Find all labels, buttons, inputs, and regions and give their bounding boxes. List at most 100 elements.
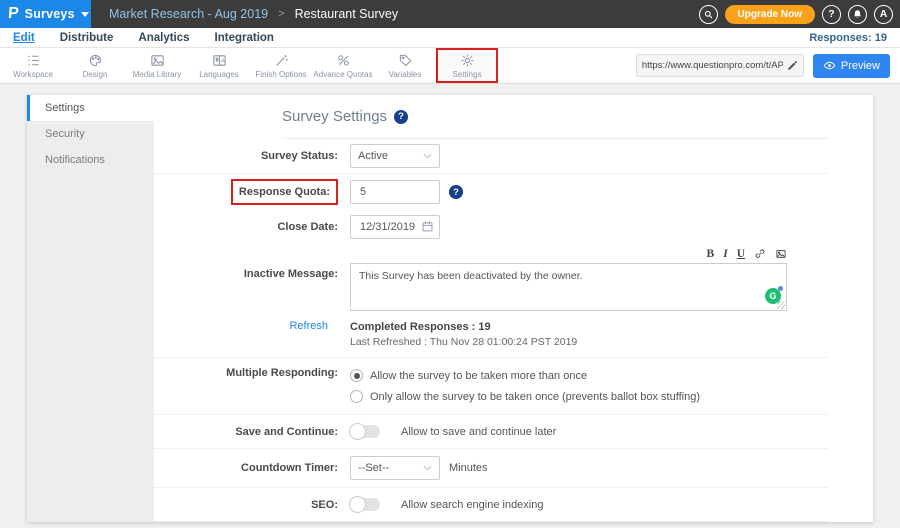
inactive-message-row: Inactive Message: B I U This [154, 244, 873, 316]
editor-toolbar: B I U [350, 246, 787, 261]
response-quota-label: Response Quota: [239, 186, 330, 198]
save-and-continue-row: Save and Continue: Allow to save and con… [154, 415, 873, 448]
toolbar-variables[interactable]: Variables [374, 48, 436, 83]
chevron-down-icon [423, 153, 432, 159]
multiple-responding-label: Multiple Responding: [154, 367, 350, 379]
radio-selected-icon[interactable] [350, 369, 363, 382]
countdown-timer-select[interactable]: --Set-- [350, 456, 440, 480]
page-title: Survey Settings [282, 108, 387, 125]
underline-button[interactable]: U [737, 248, 745, 260]
multiple-responding-options: Allow the survey to be taken more than o… [350, 367, 700, 405]
response-quota-input[interactable] [350, 180, 440, 204]
radio-option-multiple[interactable]: Allow the survey to be taken more than o… [350, 369, 700, 382]
chevron-down-icon [81, 12, 89, 17]
breadcrumb-separator: > [278, 8, 284, 20]
breadcrumb-parent[interactable]: Market Research - Aug 2019 [109, 7, 268, 21]
edit-toolbar: Workspace Design Media Library A Languag… [0, 48, 900, 84]
save-and-continue-label: Save and Continue: [154, 426, 350, 438]
toolbar-languages[interactable]: A Languages [188, 48, 250, 83]
bold-button[interactable]: B [707, 248, 715, 260]
palette-icon [88, 53, 103, 68]
radio-option-once[interactable]: Only allow the survey to be taken once (… [350, 390, 700, 403]
countdown-timer-row: Countdown Timer: --Set-- Minutes [154, 449, 873, 487]
toolbar-advance-quotas[interactable]: Advance Quotas [312, 48, 374, 83]
pencil-icon [787, 60, 798, 71]
breadcrumb-current: Restaurant Survey [295, 7, 399, 21]
sidebar-item-security[interactable]: Security [27, 121, 154, 147]
inactive-message-box: This Survey has been deactivated by the … [350, 263, 787, 311]
close-date-row: Close Date: [154, 210, 873, 244]
toolbar-settings[interactable]: Settings [436, 48, 498, 83]
survey-url-input[interactable] [642, 60, 783, 71]
bell-icon [852, 9, 863, 20]
breadcrumb: Market Research - Aug 2019 > Restaurant … [109, 0, 398, 28]
refresh-link[interactable]: Refresh [154, 320, 350, 332]
page-body: Settings Security Notifications Survey S… [0, 84, 900, 528]
multiple-responding-row: Multiple Responding: Allow the survey to… [154, 358, 873, 414]
quota-help-icon[interactable]: ? [449, 185, 463, 199]
wand-icon [274, 53, 289, 68]
responses-summary: Completed Responses : 19 Last Refreshed … [350, 320, 577, 349]
toolbar-media-library[interactable]: Media Library [126, 48, 188, 83]
survey-status-select[interactable]: Active [350, 144, 440, 168]
toolbar-design[interactable]: Design [64, 48, 126, 83]
gear-icon [460, 53, 475, 68]
close-date-box [350, 215, 440, 239]
product-name: Surveys [25, 7, 75, 21]
search-icon [703, 9, 714, 20]
preview-button[interactable]: Preview [813, 54, 890, 78]
search-button[interactable] [699, 5, 718, 24]
seo-toggle[interactable] [350, 498, 380, 511]
translate-icon: A [212, 53, 227, 68]
save-and-continue-toggle[interactable] [350, 425, 380, 438]
link-button[interactable] [754, 248, 766, 260]
topbar-actions: Upgrade Now ? A [699, 0, 900, 28]
settings-card: Settings Security Notifications Survey S… [27, 95, 873, 522]
toggle-knob [349, 423, 366, 440]
save-and-continue-description: Allow to save and continue later [401, 426, 556, 438]
edit-url-button[interactable] [787, 60, 798, 71]
tab-analytics[interactable]: Analytics [138, 32, 189, 44]
sidebar-item-settings[interactable]: Settings [27, 95, 154, 121]
toolbar-finish-options[interactable]: Finish Options [250, 48, 312, 83]
inactive-message-label: Inactive Message: [154, 246, 350, 280]
close-date-input[interactable] [350, 215, 440, 239]
survey-status-row: Survey Status: Active [154, 139, 873, 173]
upgrade-now-button[interactable]: Upgrade Now [725, 5, 815, 24]
settings-content: Survey Settings ? Survey Status: Active [154, 95, 873, 522]
top-bar: P Surveys Market Research - Aug 2019 > R… [0, 0, 900, 28]
countdown-timer-label: Countdown Timer: [154, 462, 350, 474]
response-quota-row: Response Quota: ? [154, 174, 873, 210]
countdown-timer-suffix: Minutes [449, 462, 488, 474]
refresh-row: Refresh Completed Responses : 19 Last Re… [154, 316, 873, 357]
survey-status-label: Survey Status: [154, 150, 350, 162]
italic-button[interactable]: I [723, 248, 727, 260]
tab-edit[interactable]: Edit [13, 32, 35, 44]
workspace-list-icon [26, 53, 41, 68]
seo-row: SEO: Allow search engine indexing [154, 488, 873, 521]
inactive-message-input[interactable]: This Survey has been deactivated by the … [350, 263, 787, 311]
sidebar-item-notifications[interactable]: Notifications [27, 147, 154, 173]
radio-unselected-icon[interactable] [350, 390, 363, 403]
toolbar-workspace[interactable]: Workspace [2, 48, 64, 83]
chevron-down-icon [423, 465, 432, 471]
insert-image-button[interactable] [775, 248, 787, 260]
seo-label: SEO: [154, 499, 350, 511]
section-nav: Edit Distribute Analytics Integration Re… [0, 28, 900, 48]
eye-icon [823, 59, 836, 72]
help-button[interactable]: ? [822, 5, 841, 24]
textarea-resize-handle[interactable] [777, 301, 785, 309]
title-help-icon[interactable]: ? [394, 110, 408, 124]
page-title-row: Survey Settings ? [282, 108, 873, 125]
avatar[interactable]: A [874, 5, 893, 24]
tab-integration[interactable]: Integration [215, 32, 274, 44]
responses-count[interactable]: Responses: 19 [809, 32, 887, 44]
seo-description: Allow search engine indexing [401, 499, 543, 511]
tab-distribute[interactable]: Distribute [60, 32, 114, 44]
survey-url-box [636, 54, 804, 77]
toggle-knob [349, 496, 366, 513]
settings-sidebar: Settings Security Notifications [27, 95, 154, 522]
notifications-button[interactable] [848, 5, 867, 24]
tag-icon [398, 53, 413, 68]
surveys-product-menu[interactable]: P Surveys [0, 0, 91, 28]
